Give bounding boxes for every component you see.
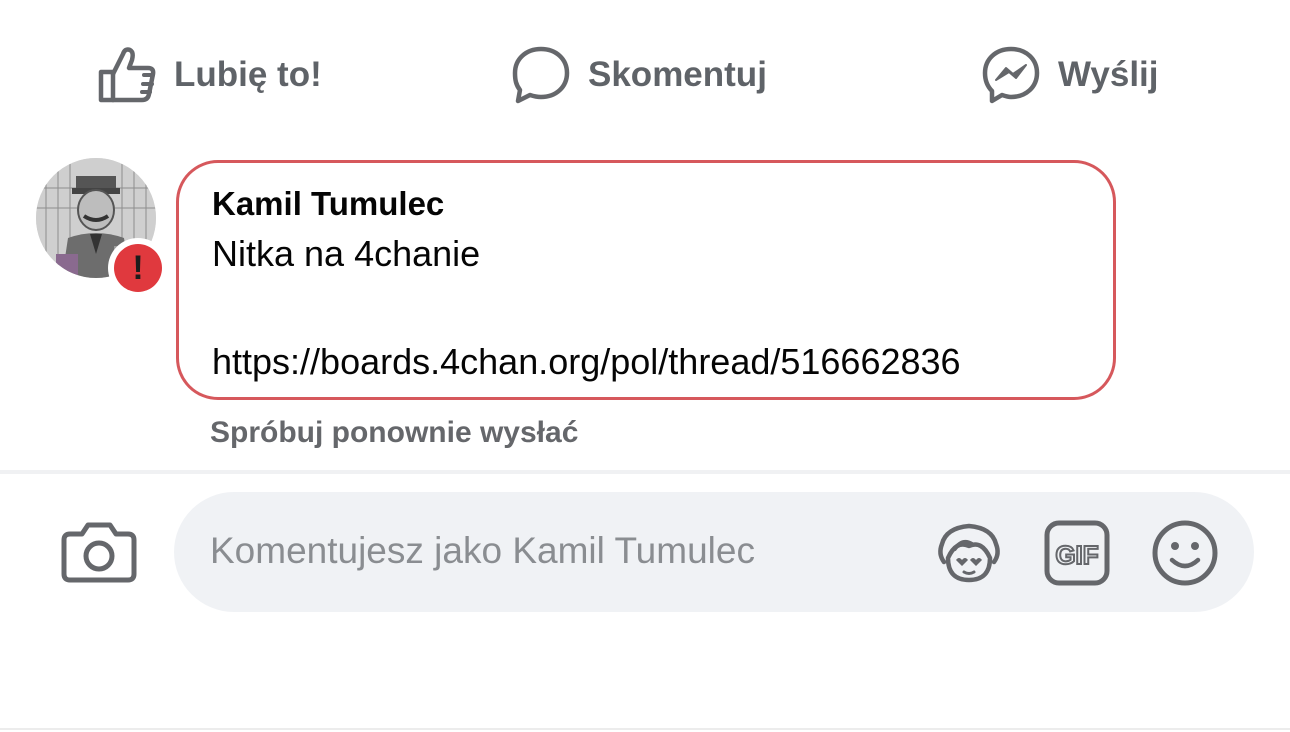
error-icon: ! <box>114 244 162 292</box>
gif-label: GIF <box>1055 540 1098 570</box>
like-button[interactable]: Lubię to! <box>96 42 322 108</box>
comment-label: Skomentuj <box>588 55 767 94</box>
post-comment-panel: Lubię to! Skomentuj Wyślij ! Kamil Tumul… <box>0 0 1290 732</box>
camera-icon[interactable] <box>60 518 138 586</box>
comment-link[interactable]: https://boards.4chan.org/pol/thread/5166… <box>212 341 961 383</box>
thumbs-up-icon <box>96 44 158 106</box>
messenger-icon <box>980 44 1042 106</box>
comment-composer[interactable]: Komentujesz jako Kamil Tumulec GIF <box>174 492 1254 612</box>
like-label: Lubię to! <box>174 55 322 94</box>
bottom-divider <box>0 728 1290 730</box>
avatar-sticker-icon[interactable] <box>934 518 1004 588</box>
comment-bubble-icon <box>510 44 572 106</box>
comment-text: Nitka na 4chanie <box>212 233 481 274</box>
retry-send-link[interactable]: Spróbuj ponownie wysłać <box>210 416 578 450</box>
send-button[interactable]: Wyślij <box>980 42 1159 108</box>
comment-input[interactable]: Komentujesz jako Kamil Tumulec <box>210 530 755 572</box>
comment-button[interactable]: Skomentuj <box>510 42 767 108</box>
send-label: Wyślij <box>1058 55 1159 94</box>
comment-bubble[interactable]: Kamil Tumulec Nitka na 4chanie https://b… <box>176 160 1116 400</box>
comment-author[interactable]: Kamil Tumulec <box>212 185 444 223</box>
gif-icon[interactable]: GIF <box>1042 518 1112 588</box>
post-action-bar: Lubię to! Skomentuj Wyślij <box>0 0 1290 150</box>
emoji-icon[interactable] <box>1150 518 1220 588</box>
divider <box>0 470 1290 474</box>
error-badge: ! <box>108 238 168 298</box>
